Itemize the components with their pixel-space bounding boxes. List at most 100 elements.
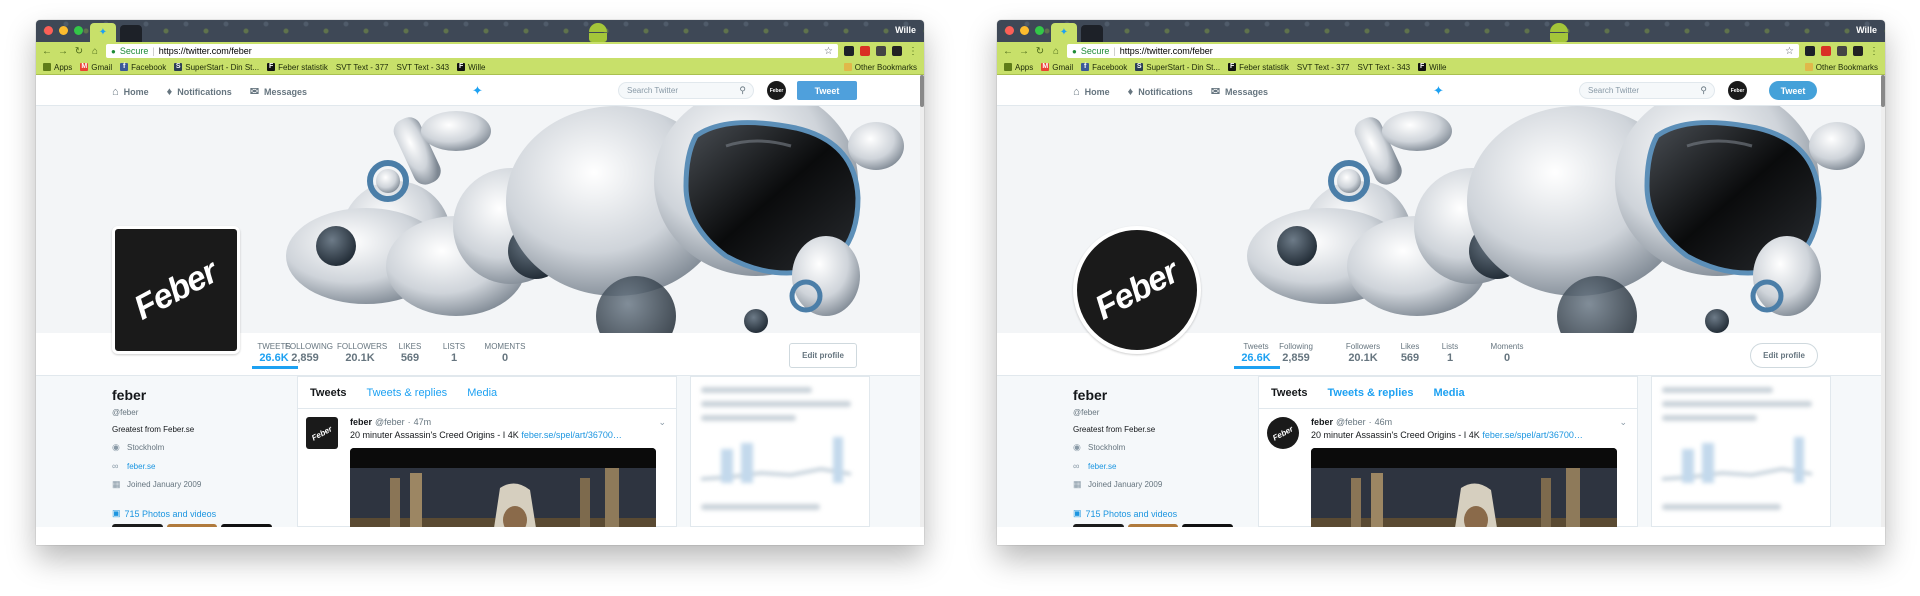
tab-tweets[interactable]: Tweets — [310, 387, 346, 399]
bookmark-item[interactable]: f Facebook — [120, 63, 166, 72]
search-input[interactable]: Search Twitter ⚲ — [618, 82, 754, 99]
tab-media[interactable]: Media — [467, 387, 497, 399]
browser-tab-2[interactable] — [120, 25, 142, 42]
profile-website[interactable]: ∞ feber.se — [1073, 461, 1233, 471]
bookmark-item[interactable]: F Wille — [457, 63, 485, 72]
star-icon[interactable]: ☆ — [1785, 46, 1794, 57]
bookmark-item[interactable]: F Feber statistik — [1228, 63, 1289, 72]
tab-tweets-and-replies[interactable]: Tweets & replies — [366, 387, 447, 399]
bookmark-item[interactable]: M Gmail — [1041, 63, 1073, 72]
extension-icon[interactable] — [1837, 46, 1847, 56]
stat-following[interactable]: FOLLOWING 2,859 — [285, 342, 333, 364]
tweet-video-thumbnail[interactable] — [1311, 448, 1617, 527]
tweet-handle[interactable]: @feber — [375, 417, 405, 427]
tweet-time[interactable]: 47m — [414, 417, 432, 427]
star-icon[interactable]: ☆ — [824, 46, 833, 57]
minimize-window-button[interactable] — [1020, 26, 1029, 35]
tweet-avatar[interactable]: Feber — [306, 417, 338, 449]
page-scrollbar[interactable] — [920, 75, 924, 527]
bookmark-item[interactable]: SVT Text - 343 — [397, 63, 450, 72]
nav-notifications[interactable]: ♦ Notifications — [167, 85, 232, 98]
close-window-button[interactable] — [1005, 26, 1014, 35]
nav-messages[interactable]: ✉ Messages — [250, 85, 307, 98]
stat-followers[interactable]: Followers 20.1K — [1340, 342, 1386, 364]
chrome-menu-icon[interactable]: ⋮ — [1869, 46, 1879, 57]
forward-arrow-icon[interactable]: → — [1019, 46, 1029, 57]
media-thumbnail[interactable] — [1073, 524, 1124, 527]
stat-likes[interactable]: Likes 569 — [1393, 342, 1427, 364]
stat-lists[interactable]: LISTS 1 — [439, 342, 469, 364]
tweet-avatar[interactable]: Feber — [1267, 417, 1299, 449]
browser-tab-2[interactable] — [1081, 25, 1103, 42]
search-icon[interactable]: ⚲ — [739, 85, 746, 96]
tweet-link[interactable]: feber.se/spel/art/36700… — [1482, 430, 1583, 440]
bookmark-item[interactable]: SVT Text - 343 — [1358, 63, 1411, 72]
scroll-thumb[interactable] — [1881, 75, 1885, 107]
close-window-button[interactable] — [44, 26, 53, 35]
edit-profile-button[interactable]: Edit profile — [1750, 343, 1818, 368]
forward-arrow-icon[interactable]: → — [58, 46, 68, 57]
extension-adblock-icon[interactable] — [860, 46, 870, 56]
nav-home[interactable]: ⌂ Home — [112, 85, 149, 98]
media-thumbnail[interactable] — [1182, 524, 1234, 527]
bookmark-item[interactable]: SVT Text - 377 — [336, 63, 389, 72]
tweet-link[interactable]: feber.se/spel/art/36700… — [521, 430, 622, 440]
other-bookmarks[interactable]: Other Bookmarks — [1804, 63, 1878, 72]
tweet-button[interactable]: Tweet — [797, 81, 857, 100]
chrome-profile-name[interactable]: Wille — [1856, 25, 1877, 35]
bookmark-item[interactable]: S SuperStart - Din St... — [174, 63, 259, 72]
twitter-bird-icon[interactable]: ✦ — [1433, 83, 1444, 99]
tab-media[interactable]: Media — [1433, 387, 1464, 399]
media-thumbnail[interactable] — [221, 524, 273, 527]
profile-handle[interactable]: @feber — [1073, 408, 1233, 417]
reload-icon[interactable]: ↻ — [74, 46, 84, 57]
search-icon[interactable]: ⚲ — [1700, 85, 1707, 96]
minimize-window-button[interactable] — [59, 26, 68, 35]
zoom-window-button[interactable] — [1035, 26, 1044, 35]
address-bar[interactable]: ● Secure | https://twitter.com/feber ☆ — [106, 44, 838, 58]
edit-profile-button[interactable]: Edit profile — [789, 343, 857, 368]
profile-name[interactable]: feber — [1073, 387, 1233, 403]
photos-and-videos-link[interactable]: ▣ 715 Photos and videos — [1073, 508, 1233, 519]
extension-cast-icon[interactable] — [1805, 46, 1815, 56]
tweet-button[interactable]: Tweet — [1769, 81, 1817, 100]
other-bookmarks[interactable]: Other Bookmarks — [843, 63, 917, 72]
chevron-down-icon[interactable]: ⌄ — [1619, 417, 1627, 428]
search-input[interactable]: Search Twitter ⚲ — [1579, 82, 1715, 99]
stat-following[interactable]: Following 2,859 — [1276, 342, 1316, 364]
nav-home[interactable]: ⌂ Home — [1073, 85, 1110, 98]
home-browser-icon[interactable]: ⌂ — [1051, 46, 1061, 57]
reload-icon[interactable]: ↻ — [1035, 46, 1045, 57]
media-thumbnail[interactable] — [112, 524, 163, 527]
twitter-bird-icon[interactable]: ✦ — [472, 83, 483, 99]
extension-cast-icon[interactable] — [844, 46, 854, 56]
profile-avatar[interactable]: Feber — [1073, 226, 1201, 354]
tab-tweets[interactable]: Tweets — [1271, 387, 1307, 399]
stat-moments[interactable]: MOMENTS 0 — [482, 342, 528, 364]
tweet[interactable]: Feber ⌄ feber @feber · 47m 20 minuter As… — [298, 409, 676, 527]
tweet[interactable]: Feber ⌄ feber @feber · 46m 20 minuter As… — [1259, 409, 1637, 527]
stat-tweets[interactable]: Tweets 26.6K — [1235, 342, 1277, 364]
extension-icon[interactable] — [876, 46, 886, 56]
stat-likes[interactable]: LIKES 569 — [393, 342, 427, 364]
extension-layers-icon[interactable] — [892, 46, 902, 56]
account-avatar[interactable]: Feber — [1728, 81, 1747, 100]
tweet-time[interactable]: 46m — [1375, 417, 1393, 427]
bookmark-item[interactable]: F Feber statistik — [267, 63, 328, 72]
stat-moments[interactable]: Moments 0 — [1484, 342, 1530, 364]
media-thumbnail[interactable] — [166, 524, 218, 527]
tab-tweets-and-replies[interactable]: Tweets & replies — [1327, 387, 1413, 399]
media-thumbnail[interactable] — [1127, 524, 1179, 527]
profile-name[interactable]: feber — [112, 387, 272, 403]
profile-website[interactable]: ∞ feber.se — [112, 461, 272, 471]
profile-handle[interactable]: @feber — [112, 408, 272, 417]
address-bar[interactable]: ● Secure | https://twitter.com/feber ☆ — [1067, 44, 1799, 58]
bookmark-item[interactable]: Apps — [43, 63, 72, 72]
tweet-video-thumbnail[interactable] — [350, 448, 656, 527]
bookmark-item[interactable]: M Gmail — [80, 63, 112, 72]
extension-adblock-icon[interactable] — [1821, 46, 1831, 56]
account-avatar[interactable]: Feber — [767, 81, 786, 100]
photos-and-videos-link[interactable]: ▣ 715 Photos and videos — [112, 508, 272, 519]
browser-tab-twitter[interactable]: ✦ — [90, 23, 116, 42]
bookmark-item[interactable]: Apps — [1004, 63, 1033, 72]
